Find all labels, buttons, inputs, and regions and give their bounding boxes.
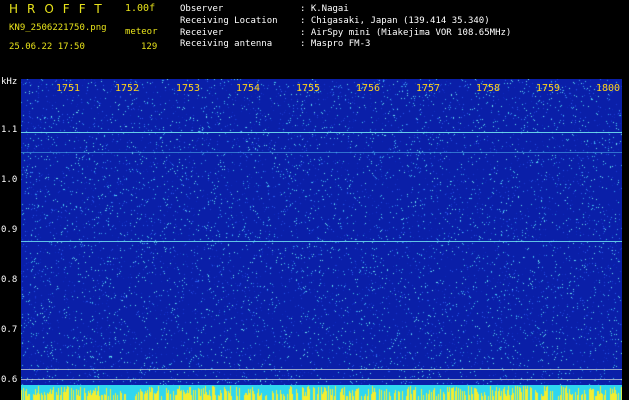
- y-label-0.9: 0.9: [1, 225, 18, 235]
- datetime-label: 25.06.22 17:50: [9, 42, 85, 52]
- axis-unit-label: kHz: [1, 77, 18, 87]
- meteor-label: meteor: [125, 27, 158, 37]
- time-label-1752: 1752: [115, 83, 140, 94]
- carrier-line-faint: [21, 152, 622, 153]
- meteor-count: 129: [141, 42, 158, 52]
- time-label-1758: 1758: [476, 83, 501, 94]
- time-label-1756: 1756: [356, 83, 381, 94]
- receiver-label: Receiver: [180, 28, 224, 38]
- receiver-value: : AirSpy mini (Miakejima VOR 108.65MHz): [300, 28, 512, 38]
- app-title: HROFFT: [9, 2, 111, 16]
- location-label: Receiving Location: [180, 16, 278, 26]
- spectrogram-noise: [21, 79, 622, 400]
- antenna-label: Receiving antenna: [180, 39, 273, 49]
- y-label-0.6: 0.6: [1, 375, 18, 385]
- y-label-1.1: 1.1: [1, 125, 18, 135]
- carrier-line: [21, 241, 622, 242]
- version-label: 1.00f: [125, 3, 156, 14]
- carrier-line: [21, 132, 622, 133]
- frequency-axis: kHz 1.1 1.0 0.9 0.8 0.7 0.6: [0, 75, 21, 400]
- header-panel: HROFFT 1.00f KN9_2506221750.png meteor 2…: [0, 0, 629, 75]
- location-value: : Chigasaki, Japan (139.414 35.340): [300, 16, 490, 26]
- y-label-0.8: 0.8: [1, 275, 18, 285]
- filename-label: KN9_2506221750.png: [9, 23, 107, 33]
- reference-line: [21, 369, 622, 370]
- time-label-1753: 1753: [176, 83, 201, 94]
- antenna-value: : Maspro FM-3: [300, 39, 371, 49]
- time-label-1754: 1754: [236, 83, 261, 94]
- reference-line: [21, 379, 622, 380]
- y-label-1.0: 1.0: [1, 175, 18, 185]
- bottom-signal-strip: [21, 385, 622, 400]
- spectrogram: 1751 1752 1753 1754 1755 1756 1757 1758 …: [21, 79, 622, 400]
- time-label-1755: 1755: [296, 83, 321, 94]
- time-label-1759: 1759: [536, 83, 561, 94]
- y-label-0.7: 0.7: [1, 325, 18, 335]
- time-label-1757: 1757: [416, 83, 441, 94]
- time-label-1751: 1751: [56, 83, 81, 94]
- observer-label: Observer: [180, 4, 224, 14]
- observer-value: : K.Nagai: [300, 4, 349, 14]
- time-label-1800: 1800: [596, 83, 621, 94]
